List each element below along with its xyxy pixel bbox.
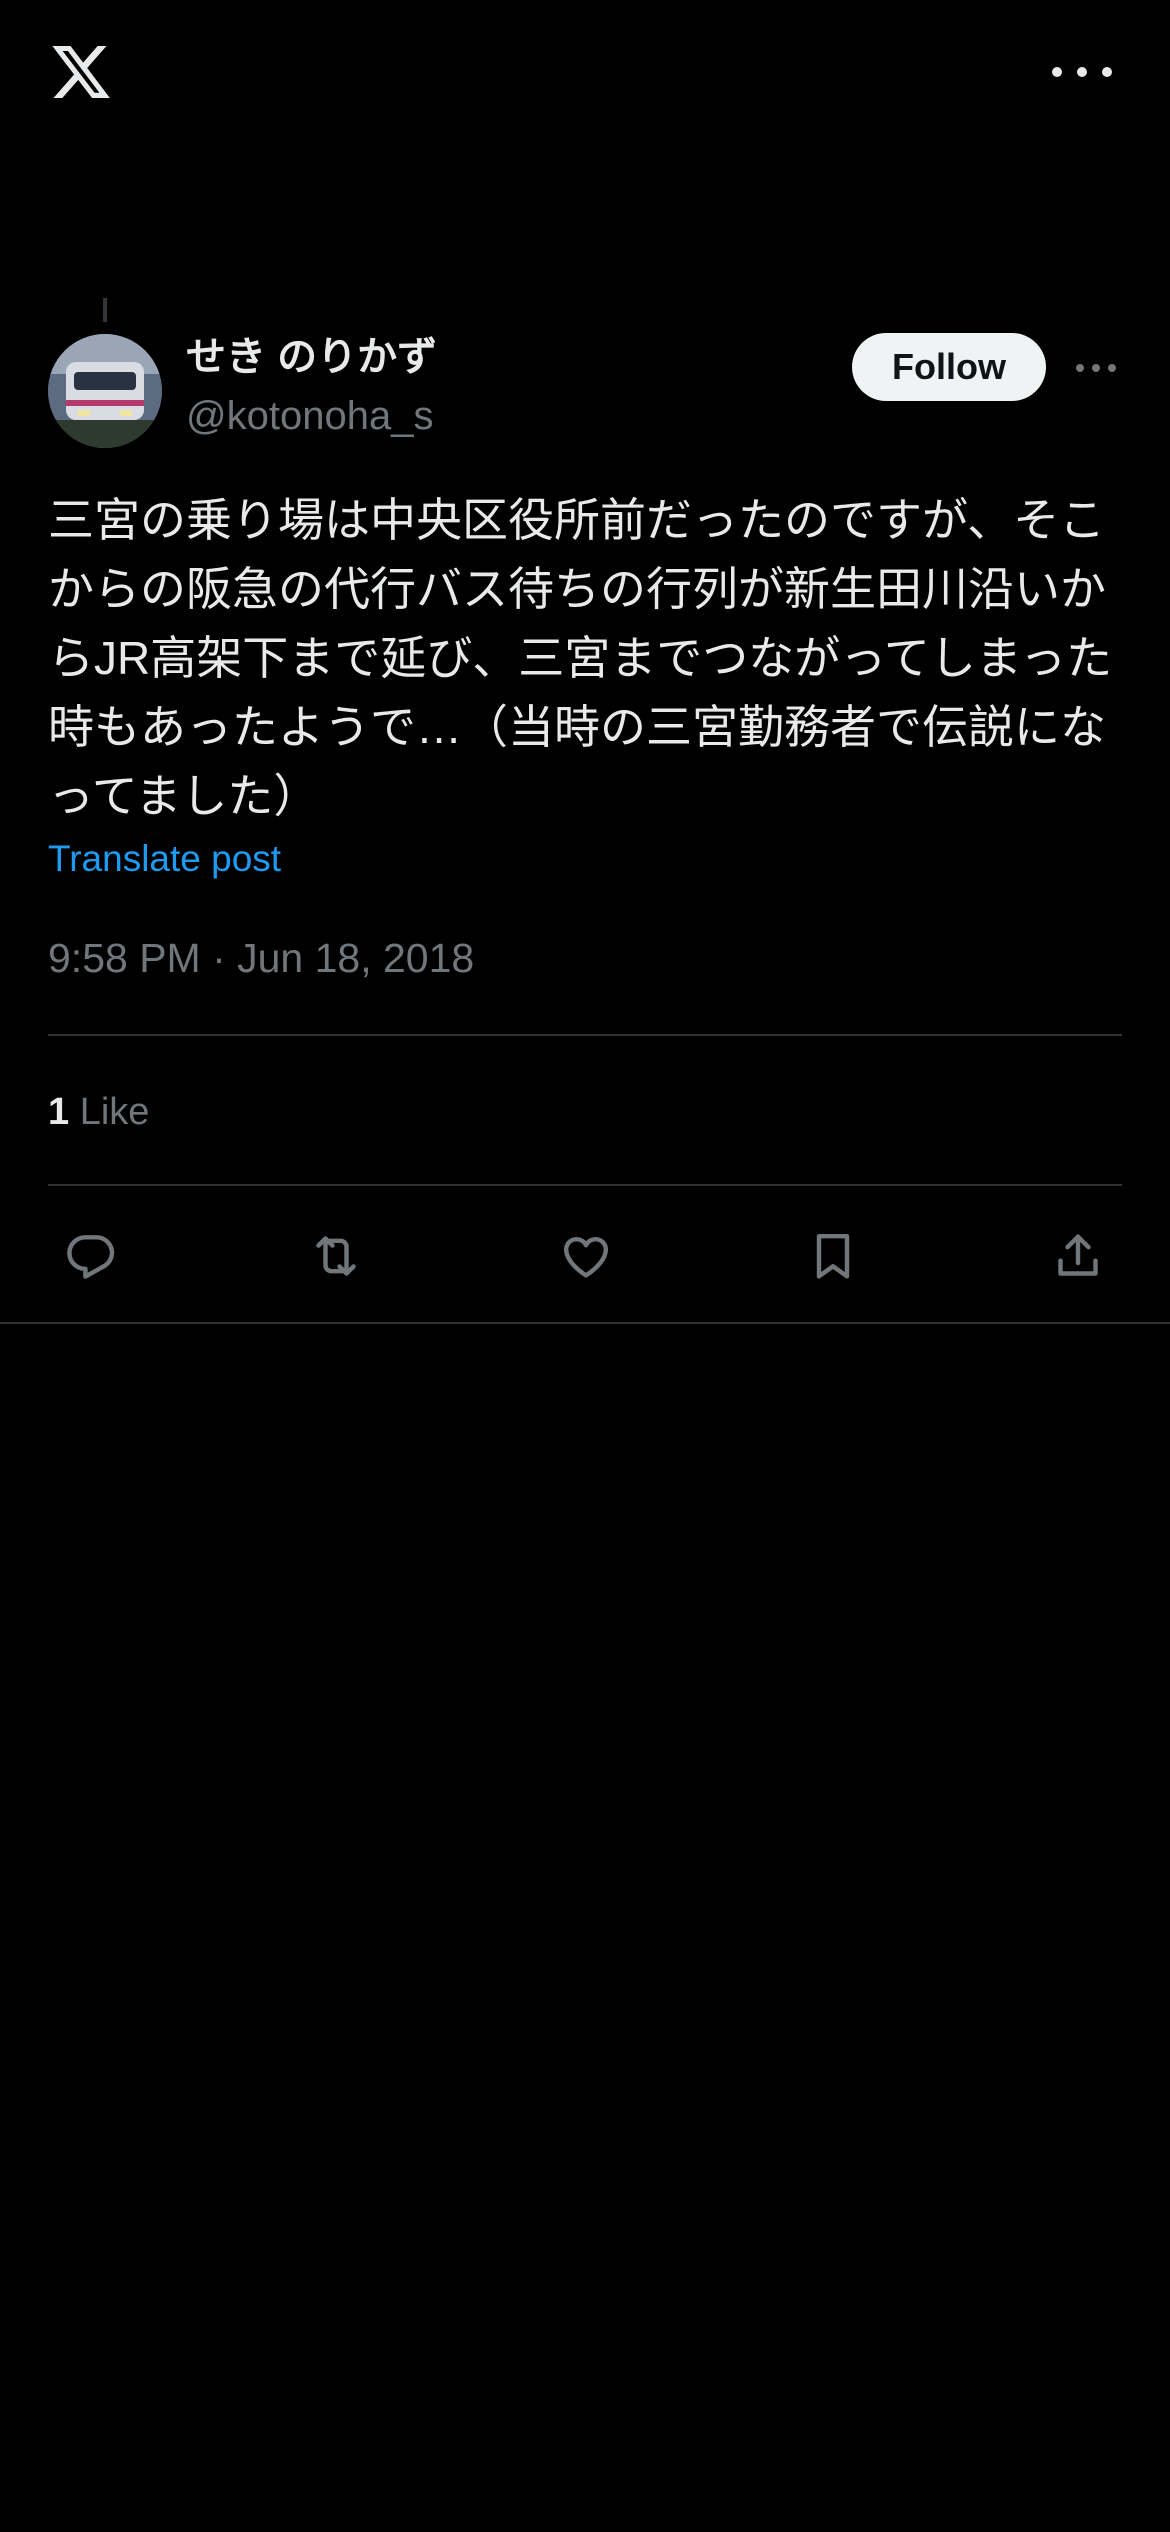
post-more-icon[interactable] xyxy=(1076,360,1116,376)
likes-count[interactable]: 1 Like xyxy=(48,1086,149,1138)
top-bar xyxy=(0,0,1170,150)
likes-count-number: 1 xyxy=(48,1091,70,1133)
post-text: 三宮の乗り場は中央区役所前だったのですが、そこからの阪急の代行バス待ちの行列が新… xyxy=(48,494,1113,822)
thread-connector-line xyxy=(103,298,107,322)
likes-count-label: Like xyxy=(79,1091,150,1133)
divider xyxy=(48,1034,1122,1036)
repost-icon[interactable] xyxy=(306,1228,366,1284)
more-horizontal-icon[interactable] xyxy=(1052,58,1112,86)
bookmark-icon[interactable] xyxy=(803,1228,863,1284)
reply-icon[interactable] xyxy=(61,1228,121,1284)
section-divider xyxy=(0,1322,1170,1324)
divider xyxy=(48,1184,1122,1186)
share-icon[interactable] xyxy=(1048,1228,1108,1284)
author-display-name[interactable]: せき のりかず xyxy=(186,330,437,384)
author-handle[interactable]: @kotonoha_s xyxy=(186,390,433,442)
action-bar xyxy=(0,1212,1170,1300)
avatar[interactable] xyxy=(48,334,162,448)
post-timestamp[interactable]: 9:58 PM · Jun 18, 2018 xyxy=(48,930,474,986)
x-logo-icon[interactable] xyxy=(48,40,114,104)
heart-icon[interactable] xyxy=(556,1228,616,1284)
follow-button[interactable]: Follow xyxy=(852,333,1046,401)
translate-post-link[interactable]: Translate post xyxy=(48,834,281,884)
